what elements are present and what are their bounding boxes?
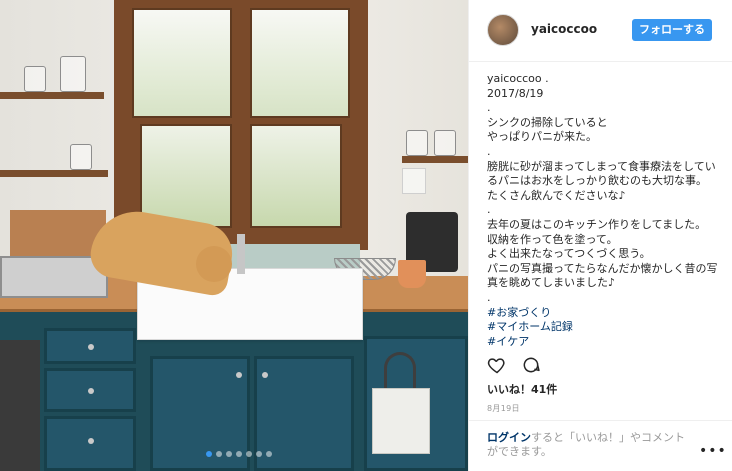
comment-icon[interactable]: [521, 355, 541, 375]
post-photo[interactable]: [0, 0, 468, 471]
shelf: [0, 92, 104, 99]
carousel-dot: [216, 451, 222, 457]
more-options-icon[interactable]: •••: [699, 443, 727, 459]
shelf: [402, 156, 468, 163]
caption-line: 去年の夏はこのキッチン作りをしてました。: [487, 217, 707, 231]
post-header: yaicoccoo フォローする: [469, 0, 732, 62]
knob: [88, 388, 94, 394]
jar: [60, 56, 86, 92]
plant-pot: [398, 260, 426, 288]
caption-line: よく出来たなってつくづく思う。: [487, 247, 651, 261]
outlet: [402, 168, 426, 194]
heart-icon[interactable]: [487, 355, 507, 375]
caption-line: パニの写真撮ってたらなんだか懐かしく昔の写真を眺めてしまいました♪: [487, 261, 718, 290]
knob: [88, 438, 94, 444]
cat-head: [196, 246, 232, 282]
floor-shadow: [0, 340, 40, 471]
post-date: 8月19日: [487, 404, 520, 413]
comment-login-area: ログインすると「いいね！」やコメントができます。 •••: [469, 420, 732, 471]
likes-count[interactable]: いいね！41件: [487, 381, 557, 397]
caption-line: 収納を作って色を塗って。: [487, 232, 618, 246]
knob: [88, 344, 94, 350]
action-bar: [487, 355, 541, 375]
jar: [24, 66, 46, 92]
carousel-indicator: [206, 451, 272, 457]
hashtag-link[interactable]: #イケア: [487, 335, 719, 350]
hashtag-link[interactable]: #お家づくり: [487, 306, 719, 321]
carousel-dot: [256, 451, 262, 457]
carousel-dot: [246, 451, 252, 457]
caption-line: .: [487, 290, 491, 304]
login-link[interactable]: ログイン: [487, 431, 531, 444]
caption-line: 2017/8/19: [487, 86, 544, 100]
shelf: [0, 170, 108, 177]
avatar[interactable]: [487, 14, 519, 46]
knob: [236, 372, 242, 378]
jar: [406, 130, 428, 156]
carousel-dot: [236, 451, 242, 457]
caption-line: シンクの掃除していると: [487, 115, 608, 129]
hashtag-link[interactable]: #マイホーム記録: [487, 320, 719, 335]
carousel-dot: [266, 451, 272, 457]
caption-line: たくさん飲んでくださいな♪: [487, 188, 626, 202]
follow-button[interactable]: フォローする: [632, 19, 712, 41]
knob: [262, 372, 268, 378]
jar: [434, 130, 456, 156]
post-container: yaicoccoo フォローする yaicoccoo . 2017/8/19. シン…: [0, 0, 732, 471]
caption-line: .: [487, 203, 491, 217]
window-pane: [250, 124, 342, 228]
tote-bag: [372, 388, 430, 454]
caption-line: やっぱりパニが来た。: [487, 130, 597, 144]
login-prompt: ログインすると「いいね！」やコメントができます。: [487, 431, 687, 459]
faucet: [237, 234, 245, 274]
window-pane: [140, 124, 232, 228]
caption-line: .: [487, 101, 491, 115]
caption-line: .: [487, 144, 491, 158]
window-pane: [250, 8, 350, 118]
caption-line: 膀胱に砂が溜まってしまって食事療法をしているパニはお水をしっかり飲むのも大切な事…: [487, 159, 716, 188]
window-pane: [132, 8, 232, 118]
carousel-dot: [206, 451, 212, 457]
post-caption: yaicoccoo . 2017/8/19. シンクの掃除していると やっぱりパニが来…: [487, 72, 719, 349]
jar: [70, 144, 92, 170]
post-sidebar: yaicoccoo フォローする yaicoccoo . 2017/8/19. シン…: [468, 0, 732, 471]
header-username[interactable]: yaicoccoo: [531, 22, 597, 36]
carousel-dot: [226, 451, 232, 457]
caption-username[interactable]: yaicoccoo .: [487, 72, 719, 87]
